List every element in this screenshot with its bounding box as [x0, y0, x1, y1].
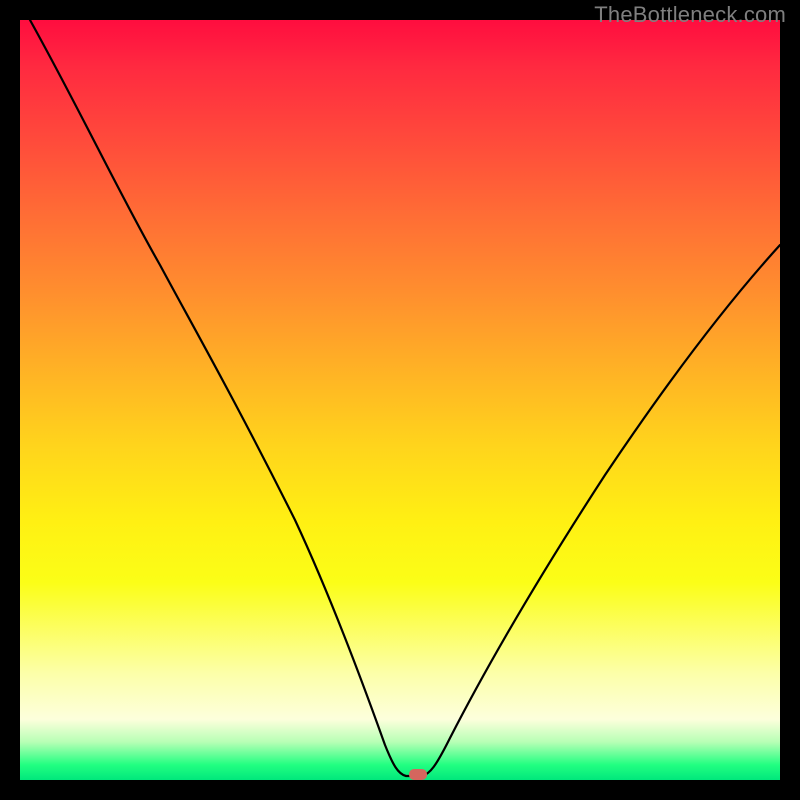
bottleneck-curve: [30, 20, 780, 776]
chart-frame: { "watermark": "TheBottleneck.com", "cha…: [0, 0, 800, 800]
optimum-marker: [409, 769, 427, 780]
watermark-text: TheBottleneck.com: [594, 2, 786, 28]
curve-layer: [20, 20, 780, 780]
